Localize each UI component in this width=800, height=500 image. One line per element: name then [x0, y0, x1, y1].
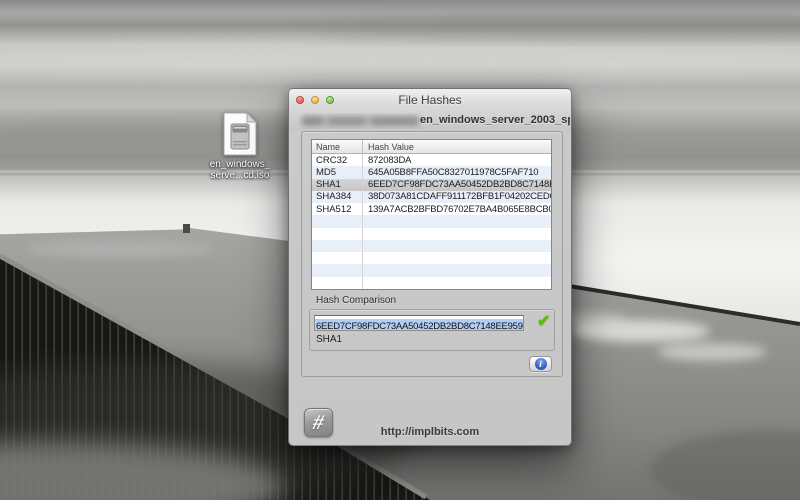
- info-button[interactable]: i: [529, 356, 552, 372]
- hash-comparison-group: 6EED7CF98FDC73AA50452DB2BD8C7148EE9590 ✔…: [309, 309, 555, 351]
- matched-algorithm-label: SHA1: [316, 334, 342, 345]
- table-row-empty[interactable]: [312, 252, 551, 264]
- titlebar[interactable]: File Hashes: [289, 89, 571, 111]
- cell-algorithm-name: [312, 228, 363, 240]
- match-check-icon: ✔: [537, 311, 550, 331]
- cell-algorithm-name: [312, 215, 363, 227]
- cell-algorithm-name: SHA512: [312, 203, 363, 215]
- cell-algorithm-name: SHA1: [312, 179, 363, 191]
- info-icon: i: [535, 358, 547, 370]
- table-row[interactable]: SHA16EED7CF98FDC73AA50452DB2BD8C7148EE..…: [312, 179, 551, 191]
- cell-algorithm-name: [312, 264, 363, 276]
- window-title: File Hashes: [289, 93, 571, 107]
- desktop-icon-label-line1: en_windows_: [208, 159, 272, 170]
- table-row-empty[interactable]: [312, 228, 551, 240]
- table-row[interactable]: SHA512139A7ACB2BFBD76702E7BA4B065E8BCB0A…: [312, 203, 551, 215]
- file-name-text: en_windows_server_2003_sp2_x64_c: [420, 114, 570, 126]
- desktop: en_windows_ serve...cd.iso File Hashes e…: [0, 0, 800, 500]
- cell-hash-value: 6EED7CF98FDC73AA50452DB2BD8C7148EE...: [363, 179, 551, 190]
- cell-hash-value: 139A7ACB2BFBD76702E7BA4B065E8BCB0A...: [363, 204, 551, 215]
- cell-algorithm-name: [312, 252, 363, 264]
- footer-url: http://implbits.com: [289, 426, 571, 438]
- desktop-icon-label-line2: serve...cd.iso: [208, 170, 272, 181]
- hash-table-header[interactable]: Name Hash Value: [312, 140, 551, 154]
- desktop-file-icon[interactable]: en_windows_ serve...cd.iso: [208, 112, 272, 181]
- hash-comparison-selected-text: 6EED7CF98FDC73AA50452DB2BD8C7148EE9590: [315, 319, 524, 331]
- column-header-hash-value[interactable]: Hash Value: [363, 140, 551, 153]
- table-row-empty[interactable]: [312, 277, 551, 289]
- hash-table[interactable]: Name Hash Value CRC32872083DAMD5645A05B8…: [311, 139, 552, 290]
- cell-algorithm-name: CRC32: [312, 154, 363, 166]
- cell-hash-value: 38D073A81CDAFF911172BFB1F04202CED0...: [363, 191, 551, 202]
- table-row-empty[interactable]: [312, 240, 551, 252]
- table-row[interactable]: MD5645A05B8FFA50C8327011978C5FAF710: [312, 166, 551, 178]
- table-row[interactable]: CRC32872083DA: [312, 154, 551, 166]
- content-group-box: Name Hash Value CRC32872083DAMD5645A05B8…: [301, 131, 563, 377]
- column-header-name[interactable]: Name: [312, 140, 363, 153]
- hash-comparison-label: Hash Comparison: [316, 295, 396, 306]
- hash-comparison-input[interactable]: 6EED7CF98FDC73AA50452DB2BD8C7148EE9590: [314, 315, 524, 331]
- file-hashes-window: File Hashes en_windows_server_2003_sp2_x…: [288, 88, 572, 446]
- cell-algorithm-name: [312, 277, 363, 289]
- cell-algorithm-name: [312, 240, 363, 252]
- file-path-row: en_windows_server_2003_sp2_x64_c: [289, 113, 570, 129]
- cell-algorithm-name: MD5: [312, 166, 363, 178]
- table-row-empty[interactable]: [312, 264, 551, 276]
- cell-hash-value: 645A05B8FFA50C8327011978C5FAF710: [363, 167, 551, 178]
- cell-algorithm-name: SHA384: [312, 191, 363, 203]
- table-row-empty[interactable]: [312, 215, 551, 227]
- hash-table-body: CRC32872083DAMD5645A05B8FFA50C8327011978…: [312, 154, 551, 289]
- redacted-path-blur: [302, 116, 419, 126]
- cell-hash-value: 872083DA: [363, 155, 551, 166]
- table-row[interactable]: SHA38438D073A81CDAFF911172BFB1F04202CED0…: [312, 191, 551, 203]
- iso-file-icon: [223, 112, 257, 156]
